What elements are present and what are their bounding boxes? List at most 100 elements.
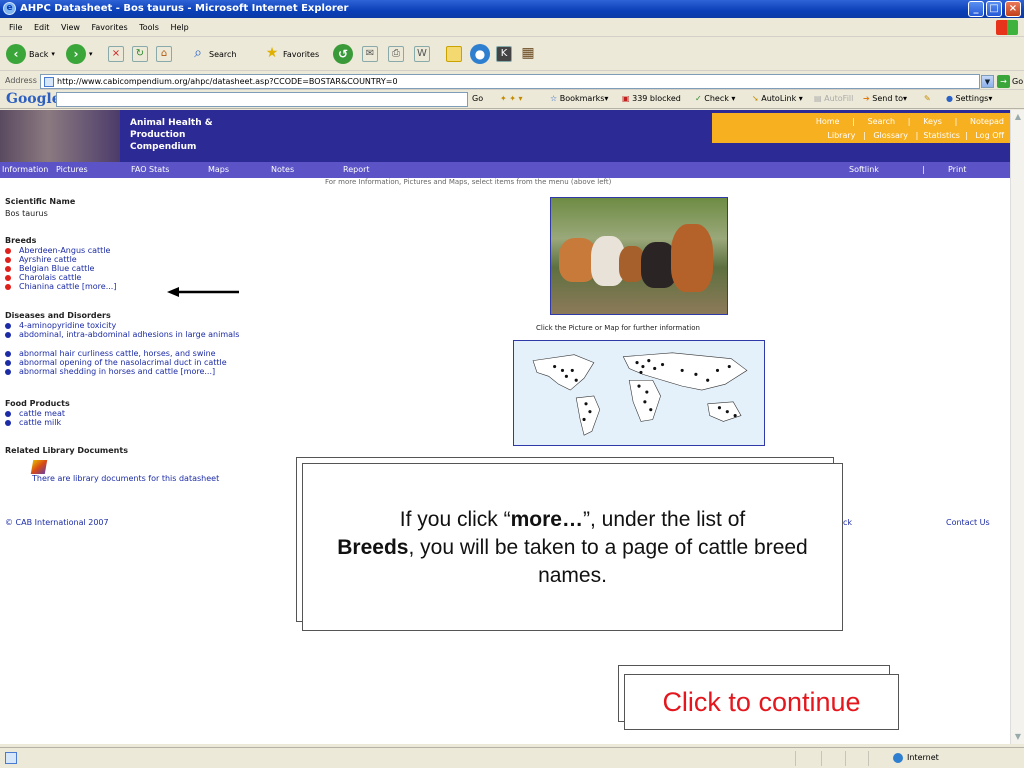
popup-blocker-icon: ▣	[622, 94, 630, 103]
folder-icon[interactable]	[446, 46, 462, 62]
settings-button[interactable]: ● Settings▾	[946, 94, 992, 103]
disease-link[interactable]: abnormal opening of the nasolacrimal duc…	[5, 358, 227, 367]
edit-icon[interactable]: W	[414, 46, 430, 62]
home-icon[interactable]: ⌂	[156, 46, 172, 62]
diseases-heading: Diseases and Disorders	[5, 311, 111, 320]
disease-link[interactable]: 4-aminopyridine toxicity	[5, 321, 116, 330]
popup-blocked-button[interactable]: ▣ 339 blocked	[622, 94, 681, 103]
spell-check-button[interactable]: ✓ Check ▾	[695, 94, 735, 103]
bookmarks-button[interactable]: ☆ Bookmarks▾	[550, 94, 608, 103]
nav-notepad[interactable]: Notepad	[970, 117, 1004, 126]
tab-report[interactable]: Report	[343, 162, 370, 178]
tab-pictures[interactable]: Pictures	[56, 162, 88, 178]
tab-print[interactable]: Print	[948, 162, 966, 178]
pointer-arrow-icon	[167, 287, 239, 297]
back-button[interactable]: ‹ Back ▾	[6, 43, 55, 65]
disease-more-link[interactable]: abnormal shedding in horses and cattle […	[5, 367, 215, 376]
disease-link[interactable]: abnormal hair curliness cattle, horses, …	[5, 349, 216, 358]
menu-edit[interactable]: Edit	[34, 23, 50, 32]
minimize-button[interactable]: _	[968, 1, 984, 17]
picture-caption: Click the Picture or Map for further inf…	[536, 324, 700, 332]
bullet-icon	[5, 247, 11, 254]
stop-icon[interactable]: ×	[108, 46, 124, 62]
nav-keys[interactable]: Keys	[923, 117, 942, 126]
breed-link[interactable]: Ayrshire cattle	[5, 255, 77, 264]
favorites-star-icon: ★	[265, 45, 279, 61]
send-to-button[interactable]: ➔ Send to▾	[863, 94, 907, 103]
scroll-up-icon[interactable]: ▲	[1011, 110, 1024, 124]
google-tools-icon[interactable]: ✦ ✦ ▾	[500, 94, 523, 103]
bullet-icon	[5, 274, 11, 281]
breed-more-link[interactable]: Chianina cattle [more...]	[5, 282, 116, 291]
page-status-icon	[5, 752, 17, 764]
footer-link-partial[interactable]: ck	[843, 518, 852, 527]
contact-us-link[interactable]: Contact Us	[946, 518, 990, 527]
maximize-button[interactable]: □	[986, 1, 1002, 17]
section-nav: Information Pictures FAO Stats Maps Note…	[0, 162, 1010, 178]
favorites-button[interactable]: ★ Favorites	[264, 43, 319, 65]
nav-library[interactable]: Library	[827, 131, 855, 140]
breed-link[interactable]: Charolais cattle	[5, 273, 81, 282]
vertical-scrollbar[interactable]: ▲ ▼	[1010, 110, 1024, 744]
nav-logoff[interactable]: Log Off	[975, 131, 1004, 140]
breeds-heading: Breeds	[5, 236, 37, 245]
forward-button[interactable]: › ▾	[66, 43, 93, 65]
menu-help[interactable]: Help	[170, 23, 188, 32]
tab-fao-stats[interactable]: FAO Stats	[131, 162, 169, 178]
continue-button[interactable]: Click to continue	[624, 674, 899, 730]
settings-icon: ●	[946, 94, 953, 103]
address-dropdown-button[interactable]: ▼	[981, 75, 994, 88]
status-bar: Internet	[0, 747, 1024, 768]
disease-link[interactable]: abdominal, intra-abdominal adhesions in …	[5, 330, 239, 339]
browser-window: e AHPC Datasheet - Bos taurus - Microsof…	[0, 0, 1024, 768]
scientific-name: Bos taurus	[5, 209, 48, 218]
bullet-icon	[5, 265, 11, 272]
tab-maps[interactable]: Maps	[208, 162, 229, 178]
breed-link[interactable]: Aberdeen-Angus cattle	[5, 246, 110, 255]
menu-tools[interactable]: Tools	[139, 23, 159, 32]
search-button[interactable]: ⌕ Search	[190, 43, 236, 65]
instruction-callout: If you click “more…”, under the list of …	[302, 463, 843, 631]
go-button[interactable]: → Go	[997, 74, 1023, 89]
menu-view[interactable]: View	[61, 23, 80, 32]
distribution-map[interactable]	[513, 340, 765, 446]
autolink-icon: ➘	[752, 94, 759, 103]
tab-softlink[interactable]: Softlink	[849, 162, 879, 178]
books-icon	[30, 460, 48, 474]
top-navigation: Home | Search | Keys | Notepad Library |…	[712, 113, 1010, 143]
google-logo[interactable]: Google	[6, 91, 61, 107]
autolink-button[interactable]: ➘ AutoLink ▾	[752, 94, 803, 103]
refresh-icon[interactable]: ↻	[132, 46, 148, 62]
nav-search[interactable]: Search	[868, 117, 895, 126]
close-button[interactable]: ×	[1005, 1, 1021, 17]
nav-glossary[interactable]: Glossary	[873, 131, 908, 140]
google-toolbar: Google Go ✦ ✦ ▾ ☆ Bookmarks▾ ▣ 339 block…	[0, 90, 1024, 109]
autofill-button[interactable]: ▤ AutoFill	[814, 94, 853, 103]
food-link[interactable]: cattle meat	[5, 409, 65, 418]
cattle-photo[interactable]	[550, 197, 728, 315]
google-search-input[interactable]	[56, 92, 468, 107]
breed-link[interactable]: Belgian Blue cattle	[5, 264, 94, 273]
menu-file[interactable]: File	[9, 23, 22, 32]
research-icon[interactable]: K	[496, 46, 512, 62]
menu-favorites[interactable]: Favorites	[92, 23, 128, 32]
food-heading: Food Products	[5, 399, 70, 408]
toolbar-extra-icon[interactable]: ▦	[520, 46, 536, 62]
nav-home[interactable]: Home	[816, 117, 840, 126]
highlight-icon[interactable]: ✎	[924, 94, 931, 103]
page-icon	[44, 76, 54, 87]
tab-notes[interactable]: Notes	[271, 162, 294, 178]
print-icon[interactable]: ⎙	[388, 46, 404, 62]
food-link[interactable]: cattle milk	[5, 418, 61, 427]
messenger-icon[interactable]: ●	[470, 44, 490, 64]
address-bar: Address http://www.cabicompendium.org/ah…	[0, 72, 1024, 90]
library-documents-link[interactable]: There are library documents for this dat…	[32, 474, 219, 483]
scroll-down-icon[interactable]: ▼	[1011, 730, 1024, 744]
nav-statistics[interactable]: Statistics	[923, 131, 960, 140]
mail-icon[interactable]: ✉	[362, 46, 378, 62]
address-input[interactable]: http://www.cabicompendium.org/ahpc/datas…	[40, 74, 980, 89]
bullet-icon	[5, 419, 11, 426]
history-icon[interactable]: ↺	[333, 44, 353, 64]
google-go-button[interactable]: Go	[472, 94, 483, 103]
tab-information[interactable]: Information	[2, 162, 48, 178]
